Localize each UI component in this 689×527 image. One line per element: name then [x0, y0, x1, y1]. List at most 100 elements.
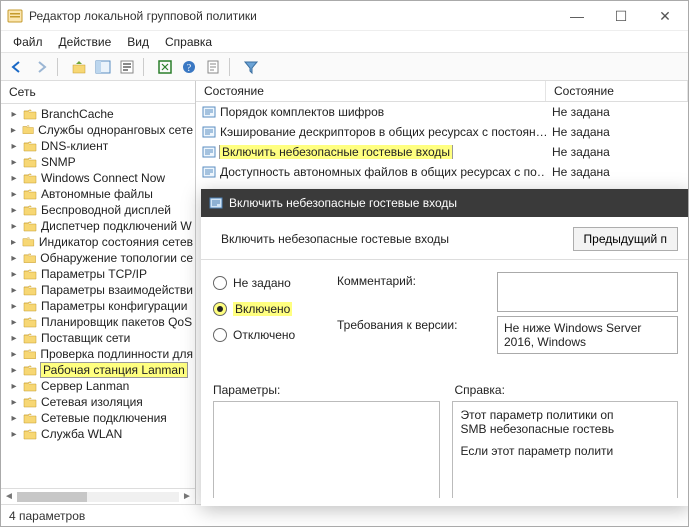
- tree-item[interactable]: ▸Параметры взаимодействи: [7, 282, 195, 298]
- folder-icon: [23, 300, 37, 312]
- folder-icon: [23, 396, 37, 408]
- tree-item[interactable]: ▸Сервер Lanman: [7, 378, 195, 394]
- comment-field[interactable]: [497, 272, 678, 312]
- tree-item[interactable]: ▸SNMP: [7, 154, 195, 170]
- tree-item[interactable]: ▸ Обнаружение топологии се: [7, 250, 195, 266]
- expand-toggle-icon[interactable]: ▸: [9, 413, 19, 424]
- tree-item[interactable]: ▸Рабочая станция Lanman: [7, 362, 195, 378]
- policy-row-label: Порядок комплектов шифров: [220, 105, 384, 119]
- expand-toggle-icon[interactable]: ▸: [9, 429, 19, 440]
- expand-toggle-icon[interactable]: ▸: [9, 157, 19, 168]
- tree-item[interactable]: ▸Сетевая изоляция: [7, 394, 195, 410]
- menu-file[interactable]: Файл: [13, 35, 43, 49]
- tree-item[interactable]: ▸ DNS-клиент: [7, 138, 195, 154]
- tree-horizontal-scrollbar[interactable]: ◄ ►: [1, 488, 195, 504]
- help-text-line: Если этот параметр полити: [461, 444, 670, 458]
- expand-toggle-icon[interactable]: ▸: [9, 205, 19, 216]
- expand-toggle-icon[interactable]: ▸: [9, 269, 19, 280]
- export-button[interactable]: [203, 57, 223, 77]
- refresh-button[interactable]: [155, 57, 175, 77]
- radio-label: Не задано: [233, 276, 291, 290]
- policy-row-value: Не задана: [546, 165, 688, 179]
- tree-item[interactable]: ▸Диспетчер подключений W: [7, 218, 195, 234]
- expand-toggle-icon[interactable]: ▸: [9, 301, 19, 312]
- tree-item-label: DNS-клиент: [41, 139, 108, 153]
- expand-toggle-icon[interactable]: ▸: [9, 365, 19, 376]
- dialog-subtitle-text: Включить небезопасные гостевые входы: [221, 232, 449, 246]
- toolbar: ?: [1, 53, 688, 81]
- tree-item[interactable]: ▸Параметры конфигурации: [7, 298, 195, 314]
- dialog-title-bar: Включить небезопасные гостевые входы: [201, 189, 689, 217]
- policy-row-value: Не задана: [546, 145, 688, 159]
- column-header-state[interactable]: Состояние: [196, 81, 546, 101]
- tree-item[interactable]: ▸Автономные файлы: [7, 186, 195, 202]
- scroll-right-icon[interactable]: ►: [179, 491, 195, 502]
- tree-item[interactable]: ▸Индикатор состояния сетев: [7, 234, 195, 250]
- toolbar-separator-3: [229, 58, 235, 76]
- expand-toggle-icon[interactable]: ▸: [9, 381, 19, 392]
- previous-setting-button[interactable]: Предыдущий п: [573, 227, 678, 251]
- dialog-body: Не задано Включено Отключено: [201, 268, 689, 377]
- menu-action[interactable]: Действие: [59, 35, 112, 49]
- expand-toggle-icon[interactable]: ▸: [9, 285, 19, 296]
- tree-item[interactable]: ▸Планировщик пакетов QoS: [7, 314, 195, 330]
- radio-disabled[interactable]: Отключено: [213, 328, 323, 342]
- scroll-thumb[interactable]: [17, 492, 87, 502]
- tree-item[interactable]: ▸ Беспроводной дисплей: [7, 202, 195, 218]
- expand-toggle-icon[interactable]: ▸: [9, 109, 19, 120]
- folder-icon: [23, 364, 37, 376]
- tree-item[interactable]: ▸Служба WLAN: [7, 426, 195, 442]
- folder-icon: [23, 348, 37, 360]
- up-button[interactable]: [69, 57, 89, 77]
- radio-not-configured[interactable]: Не задано: [213, 276, 323, 290]
- close-button[interactable]: ✕: [652, 9, 678, 23]
- parameters-box[interactable]: [213, 401, 440, 498]
- menu-help[interactable]: Справка: [165, 35, 212, 49]
- policy-item-icon: [202, 145, 216, 159]
- expand-toggle-icon[interactable]: ▸: [9, 141, 19, 152]
- expand-toggle-icon[interactable]: ▸: [9, 333, 19, 344]
- tree-item[interactable]: ▸Поставщик сети: [7, 330, 195, 346]
- filter-button[interactable]: [241, 57, 261, 77]
- dialog-subheader: Включить небезопасные гостевые входы Пре…: [201, 217, 689, 257]
- scroll-left-icon[interactable]: ◄: [1, 491, 17, 502]
- column-header-status[interactable]: Состояние: [546, 81, 688, 101]
- back-button[interactable]: [7, 57, 27, 77]
- tree-item[interactable]: ▸Сетевые подключения: [7, 410, 195, 426]
- tree-item[interactable]: ▸Проверка подлинности для: [7, 346, 195, 362]
- status-text: 4 параметров: [9, 509, 85, 523]
- tree-item[interactable]: ▸Windows Connect Now: [7, 170, 195, 186]
- expand-toggle-icon[interactable]: ▸: [9, 237, 18, 248]
- tree-view[interactable]: ▸BranchCache▸Службы одноранговых сете▸DN…: [1, 104, 195, 488]
- tree-item-label: Обнаружение топологии се: [40, 251, 193, 265]
- policy-row-value: Не задана: [546, 105, 688, 119]
- forward-button[interactable]: [31, 57, 51, 77]
- tree-item[interactable]: ▸BranchCache: [7, 106, 195, 122]
- tree-root-label[interactable]: Сеть: [1, 81, 195, 104]
- expand-toggle-icon[interactable]: ▸: [9, 253, 19, 264]
- policy-list[interactable]: Порядок комплектов шифров Не задана Кэширо…: [196, 102, 688, 182]
- help-button[interactable]: ?: [179, 57, 199, 77]
- tree-item-label: Беспроводной дисплей: [41, 203, 171, 217]
- expand-toggle-icon[interactable]: ▸: [9, 189, 19, 200]
- policy-row[interactable]: Порядок комплектов шифров Не задана: [196, 102, 688, 122]
- expand-toggle-icon[interactable]: ▸: [9, 173, 19, 184]
- tree-item[interactable]: ▸Параметры TCP/IP: [7, 266, 195, 282]
- expand-toggle-icon[interactable]: ▸: [9, 397, 19, 408]
- expand-toggle-icon[interactable]: ▸: [9, 349, 19, 360]
- policy-row[interactable]: Доступность автономных файлов в общих ре…: [196, 162, 688, 182]
- expand-toggle-icon[interactable]: ▸: [9, 125, 18, 136]
- policy-row[interactable]: Включить небезопасные гостевые входыНе з…: [196, 142, 688, 162]
- maximize-button[interactable]: ☐: [608, 9, 634, 23]
- tree-item[interactable]: ▸Службы одноранговых сете: [7, 122, 195, 138]
- show-hide-tree-button[interactable]: [93, 57, 113, 77]
- properties-button[interactable]: [117, 57, 137, 77]
- scroll-track[interactable]: [17, 492, 179, 502]
- menu-view[interactable]: Вид: [127, 35, 149, 49]
- expand-toggle-icon[interactable]: ▸: [9, 221, 19, 232]
- minimize-button[interactable]: —: [564, 9, 590, 23]
- dialog-column-headers: Параметры: Справка:: [201, 377, 689, 397]
- radio-enabled[interactable]: Включено: [213, 302, 323, 316]
- policy-row[interactable]: Кэширование дескрипторов в общих ресурса…: [196, 122, 688, 142]
- expand-toggle-icon[interactable]: ▸: [9, 317, 19, 328]
